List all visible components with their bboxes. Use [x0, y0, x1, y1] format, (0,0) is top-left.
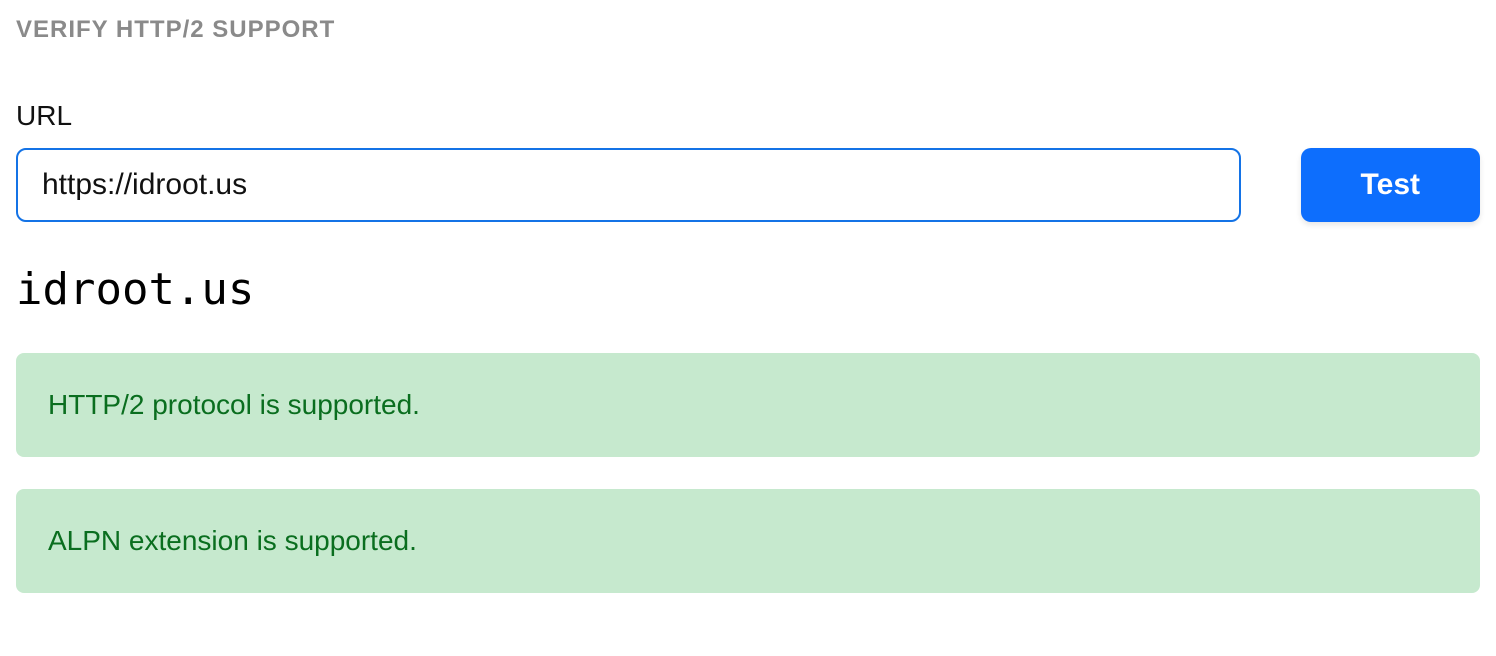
test-button[interactable]: Test	[1301, 148, 1480, 222]
input-row: Test	[16, 148, 1480, 222]
url-label: URL	[16, 100, 1480, 132]
result-domain: idroot.us	[16, 264, 1480, 315]
page-title: VERIFY HTTP/2 SUPPORT	[16, 16, 1480, 44]
result-text: HTTP/2 protocol is supported.	[48, 389, 1448, 421]
result-box-http2: HTTP/2 protocol is supported.	[16, 353, 1480, 457]
result-text: ALPN extension is supported.	[48, 525, 1448, 557]
url-input[interactable]	[16, 148, 1241, 222]
result-box-alpn: ALPN extension is supported.	[16, 489, 1480, 593]
